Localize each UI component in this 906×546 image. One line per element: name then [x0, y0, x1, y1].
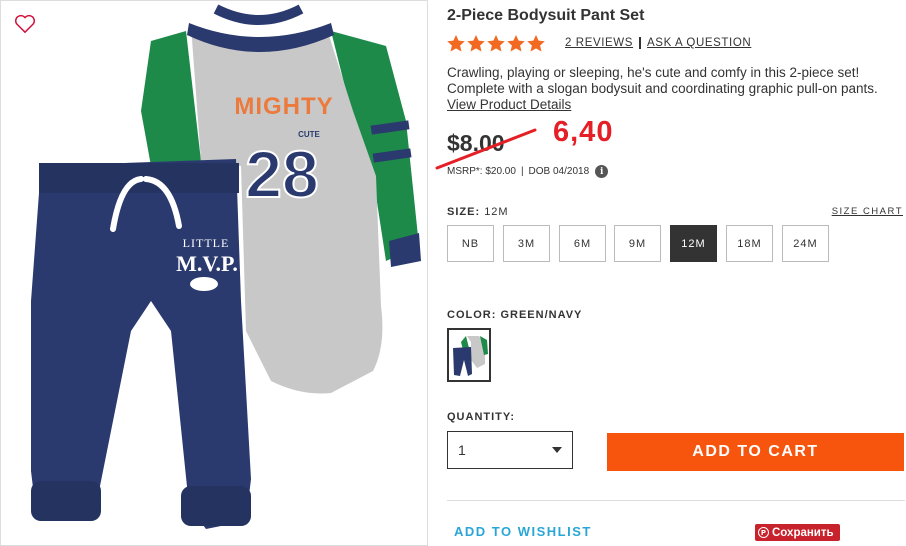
color-label: COLOR: GREEN/NAVY: [447, 309, 582, 321]
msrp-row: MSRP*: $20.00 | DOB 04/2018 i: [447, 165, 609, 178]
add-to-cart-button[interactable]: ADD TO CART: [607, 433, 904, 471]
info-icon[interactable]: i: [595, 165, 609, 178]
color-swatch-green-navy[interactable]: [447, 328, 491, 382]
color-label-text: COLOR:: [447, 309, 497, 321]
reviews-link[interactable]: 2 REVIEWS: [565, 37, 633, 49]
star-icon: [447, 34, 465, 52]
star-icon: [507, 34, 525, 52]
divider: [639, 37, 642, 49]
size-option-nb[interactable]: NB: [447, 225, 494, 262]
pants-print-little: LITTLE: [183, 236, 230, 250]
view-product-details-link[interactable]: View Product Details: [447, 97, 571, 112]
star-icon: [467, 34, 485, 52]
size-chart-link[interactable]: SIZE CHART: [832, 206, 903, 217]
size-option-6m[interactable]: 6M: [559, 225, 606, 262]
ask-question-link[interactable]: ASK A QUESTION: [647, 37, 751, 49]
heart-icon[interactable]: [14, 14, 36, 34]
description-text: Crawling, playing or sleeping, he's cute…: [447, 65, 878, 96]
size-selected-value: 12M: [484, 206, 509, 218]
star-rating[interactable]: [447, 34, 545, 52]
bodysuit-print-number: 28: [245, 137, 318, 211]
save-label: Сохранить: [772, 526, 834, 539]
price-annotation: 6,40: [553, 116, 614, 148]
quantity-label: QUANTITY:: [447, 411, 516, 423]
product-image[interactable]: MIGHTY CUTE 28 LITTLE M.V.P.: [1, 1, 428, 546]
size-label: SIZE: 12M: [447, 206, 509, 218]
color-value: GREEN/NAVY: [500, 309, 583, 321]
divider: |: [520, 166, 524, 177]
swatch-thumbnail: [453, 336, 488, 376]
rating-row: 2 REVIEWS ASK A QUESTION: [447, 34, 751, 52]
pants-print-mvp: M.V.P.: [176, 251, 238, 276]
pinterest-icon: P: [758, 527, 769, 538]
add-to-wishlist-link[interactable]: ADD TO WISHLIST: [454, 524, 592, 539]
product-title: 2-Piece Bodysuit Pant Set: [447, 7, 645, 24]
star-icon: [487, 34, 505, 52]
price-row: $8.00 6,40: [435, 116, 747, 170]
product-details: 2-Piece Bodysuit Pant Set 2 REVIEWS ASK …: [435, 0, 906, 546]
bodysuit-print-mighty: MIGHTY: [234, 93, 333, 120]
dob-text: DOB 04/2018: [528, 166, 590, 177]
size-option-3m[interactable]: 3M: [503, 225, 550, 262]
quantity-value: 1: [458, 442, 466, 458]
size-option-12m[interactable]: 12M: [670, 225, 717, 262]
msrp-text: MSRP*: $20.00: [447, 166, 516, 177]
size-option-24m[interactable]: 24M: [782, 225, 829, 262]
product-description: Crawling, playing or sleeping, he's cute…: [447, 65, 905, 113]
star-icon: [527, 34, 545, 52]
chevron-down-icon: [552, 447, 562, 453]
size-label-text: SIZE:: [447, 206, 481, 218]
divider: [447, 500, 905, 501]
size-option-18m[interactable]: 18M: [726, 225, 773, 262]
size-option-9m[interactable]: 9M: [614, 225, 661, 262]
product-image-panel: MIGHTY CUTE 28 LITTLE M.V.P.: [0, 0, 428, 546]
pinterest-save-button[interactable]: P Сохранить: [755, 524, 840, 541]
quantity-select[interactable]: 1: [447, 431, 573, 469]
